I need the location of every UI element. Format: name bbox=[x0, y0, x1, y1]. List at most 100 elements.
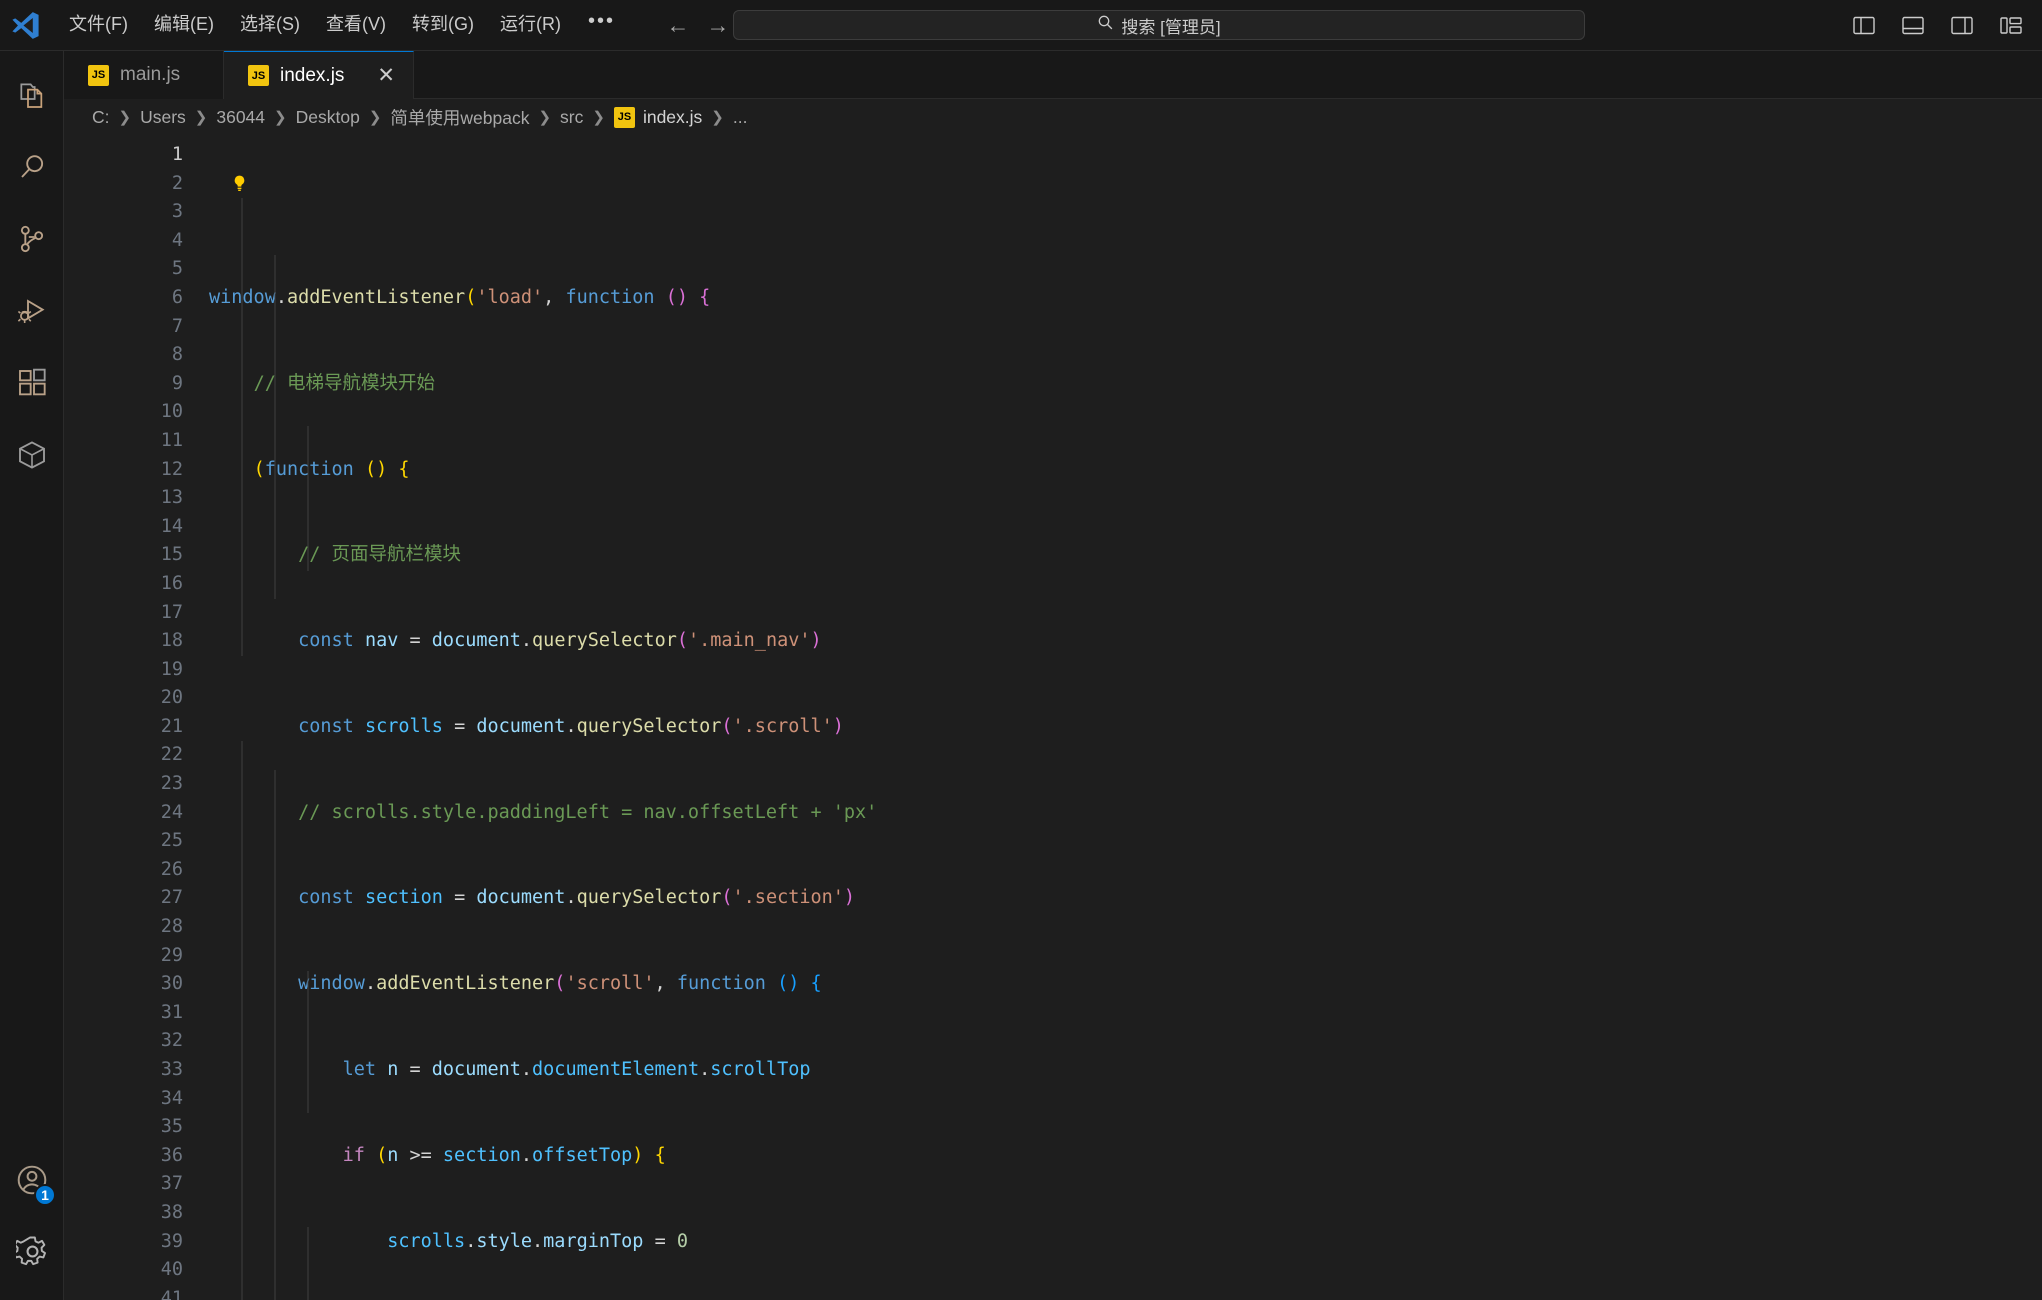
search-icon bbox=[16, 151, 48, 188]
tab-label: index.js bbox=[280, 64, 345, 86]
menu-overflow-icon[interactable]: ••• bbox=[574, 11, 629, 37]
sidebar-item-remote-explorer[interactable] bbox=[0, 421, 64, 493]
line-number: 29 bbox=[160, 944, 183, 966]
line-number: 6 bbox=[171, 286, 183, 308]
code-line: let n = document.documentElement.scrollT… bbox=[342, 1059, 811, 1080]
line-number: 11 bbox=[160, 429, 183, 451]
accounts-badge: 1 bbox=[34, 1184, 56, 1206]
menu-file[interactable]: 文件(F) bbox=[56, 8, 141, 42]
line-number: 2 bbox=[171, 172, 183, 194]
close-icon[interactable]: ✕ bbox=[377, 65, 395, 86]
toggle-primary-sidebar-icon[interactable] bbox=[1851, 12, 1877, 38]
settings-gear-icon bbox=[12, 1235, 49, 1273]
layout-controls bbox=[1851, 12, 2024, 38]
tab-index-js[interactable]: JS index.js ✕ bbox=[224, 51, 415, 99]
sidebar-item-extensions[interactable] bbox=[0, 349, 64, 421]
line-number: 13 bbox=[160, 487, 183, 509]
code-content[interactable]: window.addEventListener('load', function… bbox=[209, 135, 2042, 1300]
line-number: 33 bbox=[160, 1059, 183, 1080]
js-file-icon: JS bbox=[88, 64, 109, 86]
code-line: if (n >= section.offsetTop) { bbox=[342, 1144, 666, 1166]
tab-main-js[interactable]: JS main.js bbox=[64, 51, 224, 99]
extensions-icon bbox=[16, 367, 48, 404]
code-line: // 页面导航栏模块 bbox=[298, 544, 462, 566]
line-number: 18 bbox=[160, 630, 183, 652]
js-file-icon: JS bbox=[613, 106, 635, 128]
activity-bar-top-group bbox=[0, 51, 64, 493]
tab-label: main.js bbox=[120, 64, 181, 85]
line-number: 40 bbox=[160, 1259, 183, 1281]
sidebar-item-settings[interactable] bbox=[0, 1218, 64, 1290]
menu-go[interactable]: 转到(G) bbox=[399, 8, 487, 42]
line-number: 32 bbox=[160, 1030, 183, 1052]
js-file-icon: JS bbox=[248, 65, 269, 86]
line-number: 35 bbox=[160, 1116, 183, 1138]
search-placeholder-text: 搜索 [管理员] bbox=[1121, 17, 1221, 37]
source-control-icon bbox=[16, 223, 48, 260]
menu-run[interactable]: 运行(R) bbox=[487, 8, 574, 42]
line-number: 19 bbox=[160, 658, 183, 680]
line-number: 10 bbox=[160, 401, 183, 423]
breadcrumb-item-file[interactable]: index.js bbox=[643, 107, 702, 128]
line-number: 30 bbox=[160, 973, 183, 995]
customize-layout-icon[interactable] bbox=[1998, 12, 2024, 38]
chevron-right-icon: ❯ bbox=[194, 109, 208, 126]
line-number: 15 bbox=[160, 544, 183, 566]
activity-bar-bottom-group: 1 bbox=[0, 1146, 64, 1290]
line-number: 36 bbox=[160, 1144, 183, 1166]
activity-bar: 1 bbox=[0, 51, 64, 1300]
menu-view[interactable]: 查看(V) bbox=[313, 8, 399, 42]
breadcrumb-item-overflow[interactable]: ... bbox=[733, 107, 748, 128]
breadcrumb-item-users[interactable]: Users bbox=[140, 107, 186, 128]
editor-group: JS main.js JS index.js ✕ C: ❯ Users ❯ 36… bbox=[64, 51, 2042, 1300]
code-line: // scrolls.style.paddingLeft = nav.offse… bbox=[298, 801, 878, 823]
line-number: 5 bbox=[171, 258, 183, 280]
breadcrumb-item-project[interactable]: 简单使用webpack bbox=[390, 105, 529, 130]
line-number: 22 bbox=[160, 744, 183, 766]
line-number: 16 bbox=[160, 572, 183, 594]
menu-edit[interactable]: 编辑(E) bbox=[141, 8, 227, 42]
breadcrumb-item-desktop[interactable]: Desktop bbox=[296, 107, 360, 128]
line-number: 39 bbox=[160, 1230, 183, 1252]
line-number: 21 bbox=[160, 715, 183, 737]
go-forward-icon[interactable]: → bbox=[705, 13, 731, 37]
toggle-secondary-sidebar-icon[interactable] bbox=[1949, 12, 1975, 38]
line-number: 27 bbox=[160, 887, 183, 909]
toggle-panel-icon[interactable] bbox=[1900, 12, 1926, 38]
chevron-right-icon: ❯ bbox=[711, 109, 724, 126]
chevron-right-icon: ❯ bbox=[118, 109, 132, 126]
sidebar-item-explorer[interactable] bbox=[0, 61, 64, 133]
tabs-empty-space bbox=[414, 51, 2042, 99]
breadcrumb-item-src[interactable]: src bbox=[560, 107, 583, 128]
code-editor[interactable]: 1 2 3 4 5 6 7 8 9 10 11 12 13 14 15 16 1… bbox=[64, 135, 2042, 1300]
editor-tabs: JS main.js JS index.js ✕ bbox=[64, 51, 2042, 99]
line-number: 31 bbox=[160, 1001, 183, 1023]
code-line: window.addEventListener('scroll', functi… bbox=[298, 973, 822, 995]
sidebar-item-accounts[interactable]: 1 bbox=[0, 1146, 64, 1218]
line-number: 17 bbox=[160, 601, 183, 623]
line-number: 8 bbox=[171, 344, 183, 366]
explorer-icon bbox=[16, 79, 48, 116]
menu-selection[interactable]: 选择(S) bbox=[227, 8, 313, 42]
sidebar-item-search[interactable] bbox=[0, 133, 64, 205]
title-bar: 文件(F) 编辑(E) 选择(S) 查看(V) 转到(G) 运行(R) ••• … bbox=[0, 0, 2042, 51]
remote-explorer-icon bbox=[16, 439, 48, 476]
sidebar-item-run-debug[interactable] bbox=[0, 277, 64, 349]
vscode-logo[interactable] bbox=[0, 0, 50, 50]
line-number: 25 bbox=[160, 830, 183, 852]
breadcrumb-item-36044[interactable]: 36044 bbox=[216, 107, 265, 128]
code-line: const section = document.querySelector('… bbox=[298, 887, 856, 909]
line-number: 7 bbox=[171, 315, 183, 337]
line-number: 41 bbox=[160, 1287, 183, 1300]
run-debug-icon bbox=[16, 295, 48, 332]
breadcrumb: C: ❯ Users ❯ 36044 ❯ Desktop ❯ 简单使用webpa… bbox=[64, 99, 2042, 135]
breadcrumb-item-drive[interactable]: C: bbox=[92, 107, 110, 128]
main-area: 1 JS main.js JS index.js ✕ C: ❯ Users ❯ … bbox=[0, 51, 2042, 1300]
go-back-icon[interactable]: ← bbox=[665, 13, 691, 37]
quick-fix-lightbulb-icon[interactable] bbox=[229, 170, 249, 199]
command-center-search[interactable]: 搜索 [管理员] bbox=[733, 10, 1585, 40]
sidebar-item-source-control[interactable] bbox=[0, 205, 64, 277]
menu-bar: 文件(F) 编辑(E) 选择(S) 查看(V) 转到(G) 运行(R) ••• bbox=[56, 8, 629, 42]
line-number: 20 bbox=[160, 687, 183, 709]
navigation-arrows: ← → bbox=[665, 13, 731, 37]
